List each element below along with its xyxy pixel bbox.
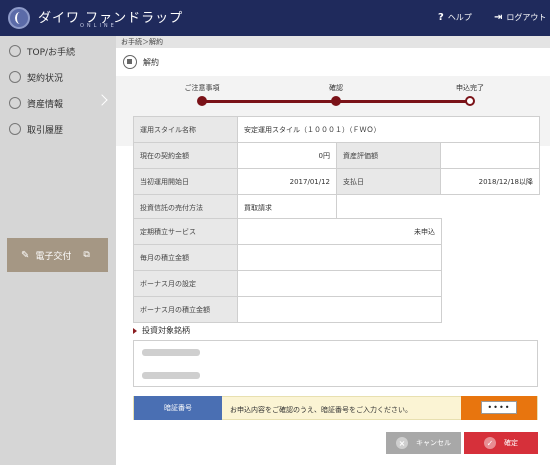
page-header: 解約 <box>116 48 550 76</box>
pencil-icon: ✎ <box>21 249 30 261</box>
table-row: 毎月の積立金額 <box>133 244 442 271</box>
confirm-label: 確定 <box>504 439 518 447</box>
chart-icon <box>9 97 21 109</box>
monthly-amount-label: 毎月の積立金額 <box>133 244 238 271</box>
sidebar-item-assets[interactable]: 資産情報 <box>0 90 116 116</box>
target-section-label: 投資対象銘柄 <box>142 326 190 335</box>
table-row: 当初運用開始日 2017/01/12 支払日 2018/12/18以降 <box>133 168 540 195</box>
target-section-title: 投資対象銘柄 <box>133 325 190 336</box>
page-title: 解約 <box>143 57 159 67</box>
app-header: ダイワ ファンドラップ ONLINE ? ヘルプ ⇥ ログアウト <box>0 0 550 36</box>
sidebar-item-label: 契約状況 <box>27 73 64 84</box>
sell-method-value: 買取請求 <box>237 194 337 221</box>
sidebar-item-contract[interactable]: 契約状況 <box>0 64 116 90</box>
start-date-value: 2017/01/12 <box>237 168 337 195</box>
sidebar-item-label: 取引履歴 <box>27 125 64 136</box>
table-row: 運用スタイル名称 安定運用スタイル（１０００１）（ＦＷＯ） <box>133 116 540 143</box>
contract-table: 運用スタイル名称 安定運用スタイル（１０００１）（ＦＷＯ） 現在の契約金額 0円… <box>133 116 540 221</box>
cancel-label: キャンセル <box>416 439 451 447</box>
sell-method-label: 投資信託の売付方法 <box>133 194 238 221</box>
target-fund-list <box>133 340 538 387</box>
pin-input-area: •••• <box>461 396 537 420</box>
sidebar-item-history[interactable]: 取引履歴 <box>0 116 116 142</box>
sidebar-item-top[interactable]: TOP/お手続 <box>0 38 116 64</box>
triangle-right-icon <box>133 327 137 334</box>
sidebar: TOP/お手続 契約状況 資産情報 取引履歴 ✎ 電子交付 ⧉ <box>0 36 116 465</box>
logo-subtitle: ONLINE <box>80 23 117 29</box>
logout-icon: ⇥ <box>494 12 503 23</box>
question-icon: ? <box>438 12 444 23</box>
contract-amount-value: 0円 <box>237 142 337 169</box>
step-label-notice: ご注意事項 <box>184 84 220 92</box>
monthly-amount-value <box>237 244 442 271</box>
savings-service-label: 定期積立サービス <box>133 218 238 245</box>
e-delivery-label: 電子交付 <box>35 251 72 262</box>
savings-service-value: 未申込 <box>237 218 442 245</box>
pin-label: 暗証番号 <box>134 396 222 420</box>
table-row: 投資信託の売付方法 買取請求 <box>133 194 540 221</box>
sidebar-item-label: 資産情報 <box>27 99 64 110</box>
step-label-complete: 申込完了 <box>456 84 484 92</box>
history-icon <box>9 123 21 135</box>
logout-label: ログアウト <box>506 13 547 22</box>
style-name-label: 運用スタイル名称 <box>133 116 238 143</box>
step-label-confirm: 確認 <box>329 84 343 92</box>
help-link[interactable]: ? ヘルプ <box>438 12 472 23</box>
breadcrumb: お手続＞解約 <box>116 36 550 48</box>
sidebar-item-label: TOP/お手続 <box>27 47 76 58</box>
table-row: ボーナス月の積立金額 <box>133 296 442 323</box>
bonus-setting-label: ボーナス月の設定 <box>133 270 238 297</box>
bonus-amount-label: ボーナス月の積立金額 <box>133 296 238 323</box>
bonus-amount-value <box>237 296 442 323</box>
cancel-button[interactable]: × キャンセル <box>386 432 461 454</box>
logout-link[interactable]: ⇥ ログアウト <box>494 12 546 23</box>
e-delivery-button[interactable]: ✎ 電子交付 ⧉ <box>7 238 108 272</box>
payment-date-label: 支払日 <box>336 168 441 195</box>
contract-icon <box>9 71 21 83</box>
table-row: 現在の契約金額 0円 資産評価額 <box>133 142 540 169</box>
step-dot-complete <box>465 96 475 106</box>
chevron-right-icon <box>96 94 108 106</box>
main-content: お手続＞解約 解約 ご注意事項 確認 申込完了 運用スタイル名称 安定運用スタイ… <box>116 36 550 465</box>
help-label: ヘルプ <box>447 13 472 22</box>
savings-table: 定期積立サービス 未申込 毎月の積立金額 ボーナス月の設定 ボーナス月の積立金額 <box>133 218 442 323</box>
table-row: ボーナス月の設定 <box>133 270 442 297</box>
close-icon: × <box>396 437 408 449</box>
list-item <box>142 372 200 379</box>
pin-input[interactable]: •••• <box>481 401 517 414</box>
menu-icon <box>9 45 21 57</box>
step-dot-confirm <box>331 96 341 106</box>
confirm-button[interactable]: ✓ 確定 <box>464 432 538 454</box>
start-date-label: 当初運用開始日 <box>133 168 238 195</box>
check-icon: ✓ <box>484 437 496 449</box>
table-row: 定期積立サービス 未申込 <box>133 218 442 245</box>
step-dot-notice <box>197 96 207 106</box>
contract-amount-label: 現在の契約金額 <box>133 142 238 169</box>
pin-section: 暗証番号 お申込内容をご確認のうえ、暗証番号をご入力ください。 •••• <box>133 396 538 420</box>
payment-date-value: 2018/12/18以降 <box>440 168 540 195</box>
bonus-setting-value <box>237 270 442 297</box>
external-window-icon: ⧉ <box>83 250 90 260</box>
valuation-value <box>440 142 540 169</box>
pin-message: お申込内容をご確認のうえ、暗証番号をご入力ください。 <box>230 406 412 414</box>
stop-icon <box>123 55 137 69</box>
logo-icon <box>8 7 30 29</box>
valuation-label: 資産評価額 <box>336 142 441 169</box>
style-name-value: 安定運用スタイル（１０００１）（ＦＷＯ） <box>237 116 540 143</box>
list-item <box>142 349 200 356</box>
